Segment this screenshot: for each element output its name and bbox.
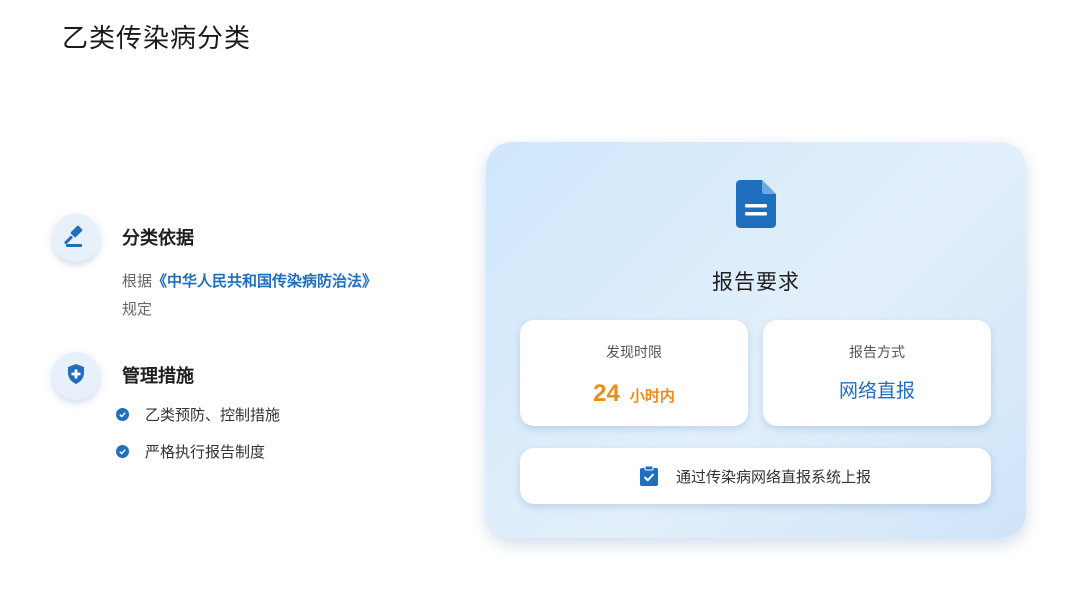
law-name: 《中华人民共和国传染病防治法》 bbox=[152, 272, 378, 290]
report-title: 报告要求 bbox=[712, 270, 800, 294]
management-icon-circle bbox=[52, 352, 100, 400]
system-text: 通过传染病网络直报系统上报 bbox=[675, 467, 871, 486]
page-title: 乙类传染病分类 bbox=[62, 24, 252, 54]
document-icon bbox=[736, 180, 776, 232]
time-limit-card: 发现时限 24 小时内 bbox=[520, 320, 748, 426]
system-row: 通过传染病网络直报系统上报 bbox=[520, 448, 991, 504]
basis-text: 根据《中华人民共和国传染病防治法》规定 bbox=[122, 267, 392, 323]
time-limit-number: 24 bbox=[593, 380, 620, 407]
report-card: 报告要求 发现时限 24 小时内 报告方式 网络直报 通过传染病网络直报系统上报 bbox=[486, 142, 1026, 538]
management-heading: 管理措施 bbox=[122, 366, 194, 387]
time-limit-label: 发现时限 bbox=[606, 345, 662, 361]
basis-icon-circle bbox=[52, 214, 100, 262]
basis-heading: 分类依据 bbox=[122, 228, 194, 249]
time-limit-unit: 小时内 bbox=[629, 387, 675, 405]
basis-suffix: 规定 bbox=[122, 300, 153, 318]
clipboard-check-icon bbox=[639, 466, 658, 486]
check-circle-icon bbox=[116, 408, 129, 421]
report-method-value: 网络直报 bbox=[838, 380, 915, 402]
list-item: 严格执行报告制度 bbox=[116, 441, 265, 462]
basis-prefix: 根据 bbox=[122, 272, 153, 290]
report-method-card: 报告方式 网络直报 bbox=[763, 320, 991, 426]
shield-plus-icon bbox=[64, 362, 88, 390]
list-item: 乙类预防、控制措施 bbox=[116, 404, 280, 425]
gavel-icon bbox=[63, 223, 89, 253]
check-circle-icon bbox=[116, 445, 129, 458]
measure-text: 严格执行报告制度 bbox=[145, 443, 266, 461]
measure-text: 乙类预防、控制措施 bbox=[145, 406, 281, 424]
report-method-label: 报告方式 bbox=[849, 345, 905, 361]
time-limit-value: 24 小时内 bbox=[520, 380, 748, 408]
system-card: 通过传染病网络直报系统上报 bbox=[520, 448, 991, 504]
